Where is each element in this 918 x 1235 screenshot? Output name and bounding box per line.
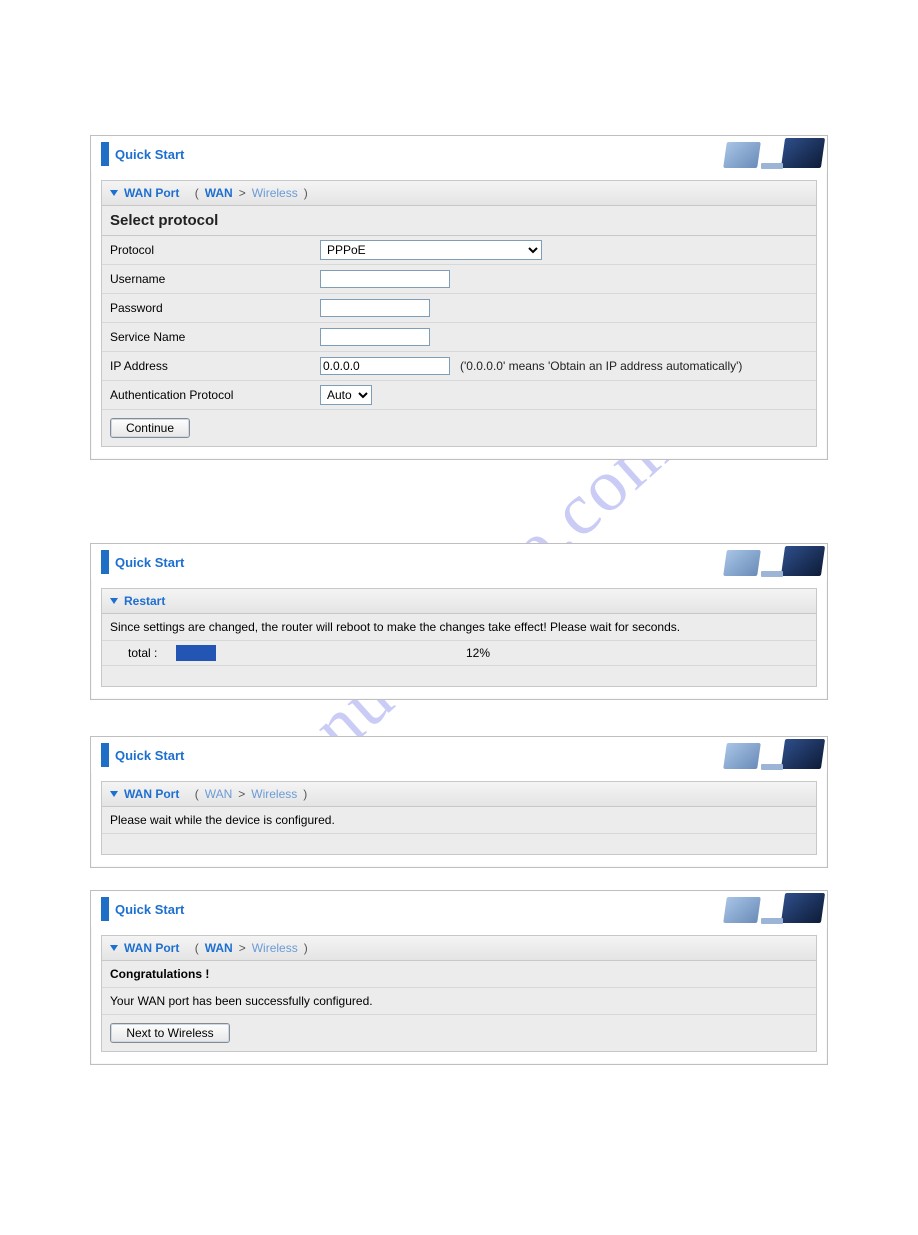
congratulations-heading: Congratulations ! [102, 961, 816, 988]
configuring-message: Please wait while the device is configur… [102, 807, 816, 834]
section-header: WAN Port ( WAN > Wireless ) [102, 181, 816, 206]
page-title: Quick Start [115, 748, 184, 763]
label-protocol: Protocol [110, 243, 320, 257]
header-accent [101, 743, 109, 767]
breadcrumb-paren-open: ( [195, 186, 199, 200]
panel-header: Quick Start [91, 544, 827, 580]
chevron-down-icon [110, 598, 118, 604]
progress-label: total : [110, 646, 176, 660]
breadcrumb-separator: > [239, 941, 246, 955]
breadcrumb-wireless[interactable]: Wireless [251, 787, 297, 801]
breadcrumb-wireless[interactable]: Wireless [252, 186, 298, 200]
section-wan-port: WAN Port ( WAN > Wireless ) Select proto… [101, 180, 817, 447]
next-to-wireless-button[interactable]: Next to Wireless [110, 1023, 230, 1043]
breadcrumb-wan[interactable]: WAN [205, 787, 233, 801]
action-row: Next to Wireless [102, 1015, 816, 1051]
panel-header: Quick Start [91, 737, 827, 773]
breadcrumb-wireless[interactable]: Wireless [252, 941, 298, 955]
row-username: Username [102, 265, 816, 294]
breadcrumb-paren-open: ( [195, 941, 199, 955]
section-header: WAN Port ( WAN > Wireless ) [102, 782, 816, 807]
auth-protocol-select[interactable]: Auto [320, 385, 372, 405]
breadcrumb-paren-open: ( [195, 787, 199, 801]
chevron-down-icon [110, 190, 118, 196]
header-accent [101, 142, 109, 166]
breadcrumb-paren-close: ) [304, 941, 308, 955]
label-service-name: Service Name [110, 330, 320, 344]
section-header: WAN Port ( WAN > Wireless ) [102, 936, 816, 961]
section-wan-port: WAN Port ( WAN > Wireless ) Congratulati… [101, 935, 817, 1052]
label-username: Username [110, 272, 320, 286]
breadcrumb-separator: > [239, 186, 246, 200]
row-service-name: Service Name [102, 323, 816, 352]
section-title: WAN Port [124, 186, 179, 200]
section-header: Restart [102, 589, 816, 614]
panel-restart: Quick Start Restart Since settings are c… [90, 543, 828, 700]
continue-button[interactable]: Continue [110, 418, 190, 438]
progress-percent: 12% [216, 646, 490, 660]
section-restart: Restart Since settings are changed, the … [101, 588, 817, 687]
panel-configuring: Quick Start WAN Port ( WAN > Wireless ) … [90, 736, 828, 868]
label-auth-protocol: Authentication Protocol [110, 388, 320, 402]
row-protocol: Protocol PPPoE [102, 236, 816, 265]
header-accent [101, 897, 109, 921]
label-ip-address: IP Address [110, 359, 320, 373]
row-password: Password [102, 294, 816, 323]
chevron-down-icon [110, 791, 118, 797]
section-wan-port: WAN Port ( WAN > Wireless ) Please wait … [101, 781, 817, 855]
spacer [102, 834, 816, 854]
progress-row: total : 12% [102, 641, 816, 666]
header-decoration [687, 544, 827, 580]
progress-bar [176, 645, 216, 661]
header-decoration [687, 136, 827, 172]
password-input[interactable] [320, 299, 430, 317]
row-ip-address: IP Address ('0.0.0.0' means 'Obtain an I… [102, 352, 816, 381]
success-message: Your WAN port has been successfully conf… [102, 988, 816, 1015]
breadcrumb-separator: > [238, 787, 245, 801]
breadcrumb-paren-close: ) [304, 186, 308, 200]
page-title: Quick Start [115, 555, 184, 570]
header-decoration [687, 891, 827, 927]
header-accent [101, 550, 109, 574]
ip-address-input[interactable] [320, 357, 450, 375]
panel-header: Quick Start [91, 891, 827, 927]
label-password: Password [110, 301, 320, 315]
panel-header: Quick Start [91, 136, 827, 172]
ip-address-hint: ('0.0.0.0' means 'Obtain an IP address a… [460, 359, 742, 373]
breadcrumb-wan[interactable]: WAN [205, 941, 233, 955]
panel-congratulations: Quick Start WAN Port ( WAN > Wireless ) … [90, 890, 828, 1065]
username-input[interactable] [320, 270, 450, 288]
restart-message: Since settings are changed, the router w… [102, 614, 816, 641]
section-title: Restart [124, 594, 165, 608]
spacer [102, 666, 816, 686]
protocol-select[interactable]: PPPoE [320, 240, 542, 260]
page-title: Quick Start [115, 147, 184, 162]
row-auth-protocol: Authentication Protocol Auto [102, 381, 816, 410]
action-row: Continue [102, 410, 816, 446]
page-title: Quick Start [115, 902, 184, 917]
section-title: WAN Port [124, 941, 179, 955]
header-decoration [687, 737, 827, 773]
breadcrumb-paren-close: ) [303, 787, 307, 801]
panel-select-protocol: Quick Start WAN Port ( WAN > Wireless ) … [90, 135, 828, 460]
section-title: WAN Port [124, 787, 179, 801]
section-subheader: Select protocol [102, 206, 816, 236]
breadcrumb-wan[interactable]: WAN [205, 186, 233, 200]
service-name-input[interactable] [320, 328, 430, 346]
chevron-down-icon [110, 945, 118, 951]
